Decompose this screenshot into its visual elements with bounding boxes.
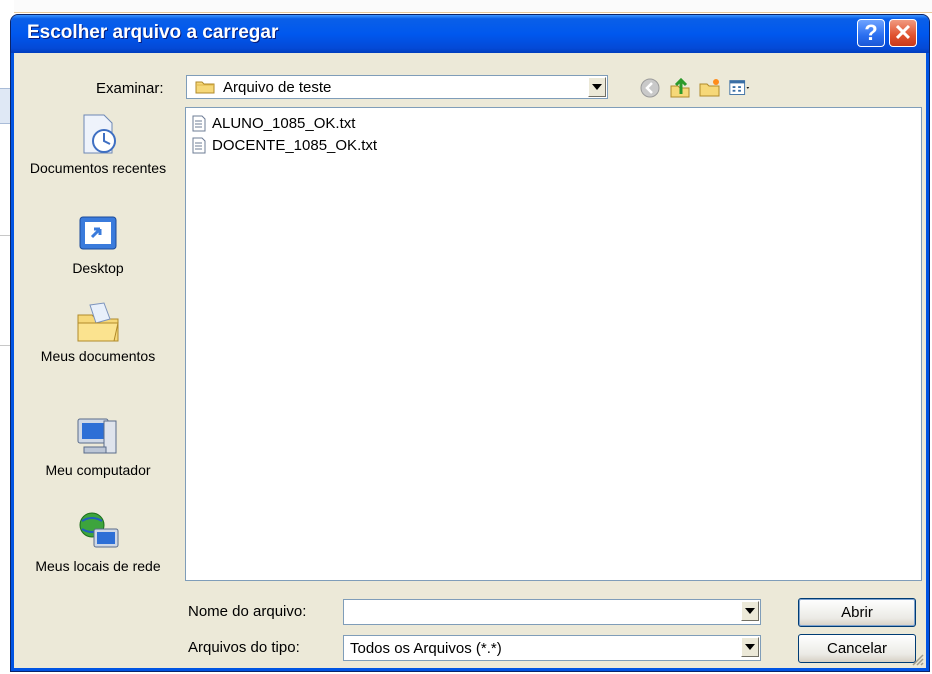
network-places-icon bbox=[79, 512, 119, 548]
help-button[interactable]: ? bbox=[857, 19, 885, 47]
file-item[interactable]: ALUNO_1085_OK.txt bbox=[192, 112, 355, 134]
folder-icon bbox=[195, 81, 215, 94]
place-label: Documentos recentes bbox=[29, 160, 167, 176]
filetype-value: Todos os Arquivos (*.*) bbox=[350, 640, 502, 657]
filename-input[interactable] bbox=[343, 599, 761, 625]
filetype-select[interactable]: Todos os Arquivos (*.*) bbox=[343, 635, 761, 661]
chevron-down-icon[interactable] bbox=[741, 601, 759, 621]
help-icon: ? bbox=[864, 20, 878, 45]
places-bar: Documentos recentes Desktop Meus documen… bbox=[18, 111, 178, 631]
chevron-down-icon[interactable] bbox=[588, 77, 606, 97]
text-file-icon bbox=[192, 137, 206, 153]
title-bar[interactable]: Escolher arquivo a carregar ? ✕ bbox=[11, 15, 929, 53]
text-file-icon bbox=[192, 115, 206, 131]
filename-label: Nome do arquivo: bbox=[188, 603, 307, 620]
back-icon[interactable] bbox=[638, 77, 662, 99]
lookin-value: Arquivo de teste bbox=[223, 79, 332, 96]
open-button[interactable]: Abrir bbox=[798, 598, 916, 627]
new-folder-icon[interactable] bbox=[698, 77, 722, 99]
dialog-title: Escolher arquivo a carregar bbox=[27, 22, 279, 43]
place-label: Desktop bbox=[72, 260, 124, 276]
place-network[interactable]: Meus locais de rede bbox=[18, 509, 178, 575]
place-label: Meus documentos bbox=[40, 348, 156, 364]
up-folder-icon[interactable] bbox=[668, 77, 692, 99]
views-menu-icon[interactable] bbox=[728, 77, 752, 99]
recent-documents-icon bbox=[83, 114, 116, 154]
file-name: DOCENTE_1085_OK.txt bbox=[212, 136, 378, 154]
open-file-dialog: Escolher arquivo a carregar ? ✕ Examinar… bbox=[10, 14, 930, 672]
place-desktop[interactable]: Desktop bbox=[18, 211, 178, 277]
file-name: ALUNO_1085_OK.txt bbox=[212, 114, 356, 132]
close-icon: ✕ bbox=[893, 20, 913, 45]
background-window-edge bbox=[0, 0, 932, 13]
file-list[interactable]: ALUNO_1085_OK.txt DOCENTE_1085_OK.txt bbox=[185, 107, 922, 581]
file-item[interactable]: DOCENTE_1085_OK.txt bbox=[192, 134, 377, 156]
close-button[interactable]: ✕ bbox=[889, 19, 917, 47]
dialog-body: Examinar: Arquivo de teste Documentos re… bbox=[14, 53, 926, 668]
resize-grip-icon[interactable] bbox=[910, 652, 924, 666]
my-computer-icon bbox=[77, 418, 117, 454]
place-my-documents[interactable]: Meus documentos bbox=[18, 299, 178, 365]
lookin-label: Examinar: bbox=[96, 80, 164, 97]
place-recent-documents[interactable]: Documentos recentes bbox=[18, 111, 178, 177]
chevron-down-icon[interactable] bbox=[741, 637, 759, 657]
filetype-label: Arquivos do tipo: bbox=[188, 639, 300, 656]
place-my-computer[interactable]: Meu computador bbox=[18, 413, 178, 479]
cancel-button[interactable]: Cancelar bbox=[798, 634, 916, 663]
lookin-combobox[interactable]: Arquivo de teste bbox=[186, 75, 608, 99]
place-label: Meu computador bbox=[45, 462, 151, 478]
desktop-icon bbox=[79, 216, 117, 250]
place-label: Meus locais de rede bbox=[35, 558, 161, 574]
my-documents-icon bbox=[77, 302, 119, 342]
